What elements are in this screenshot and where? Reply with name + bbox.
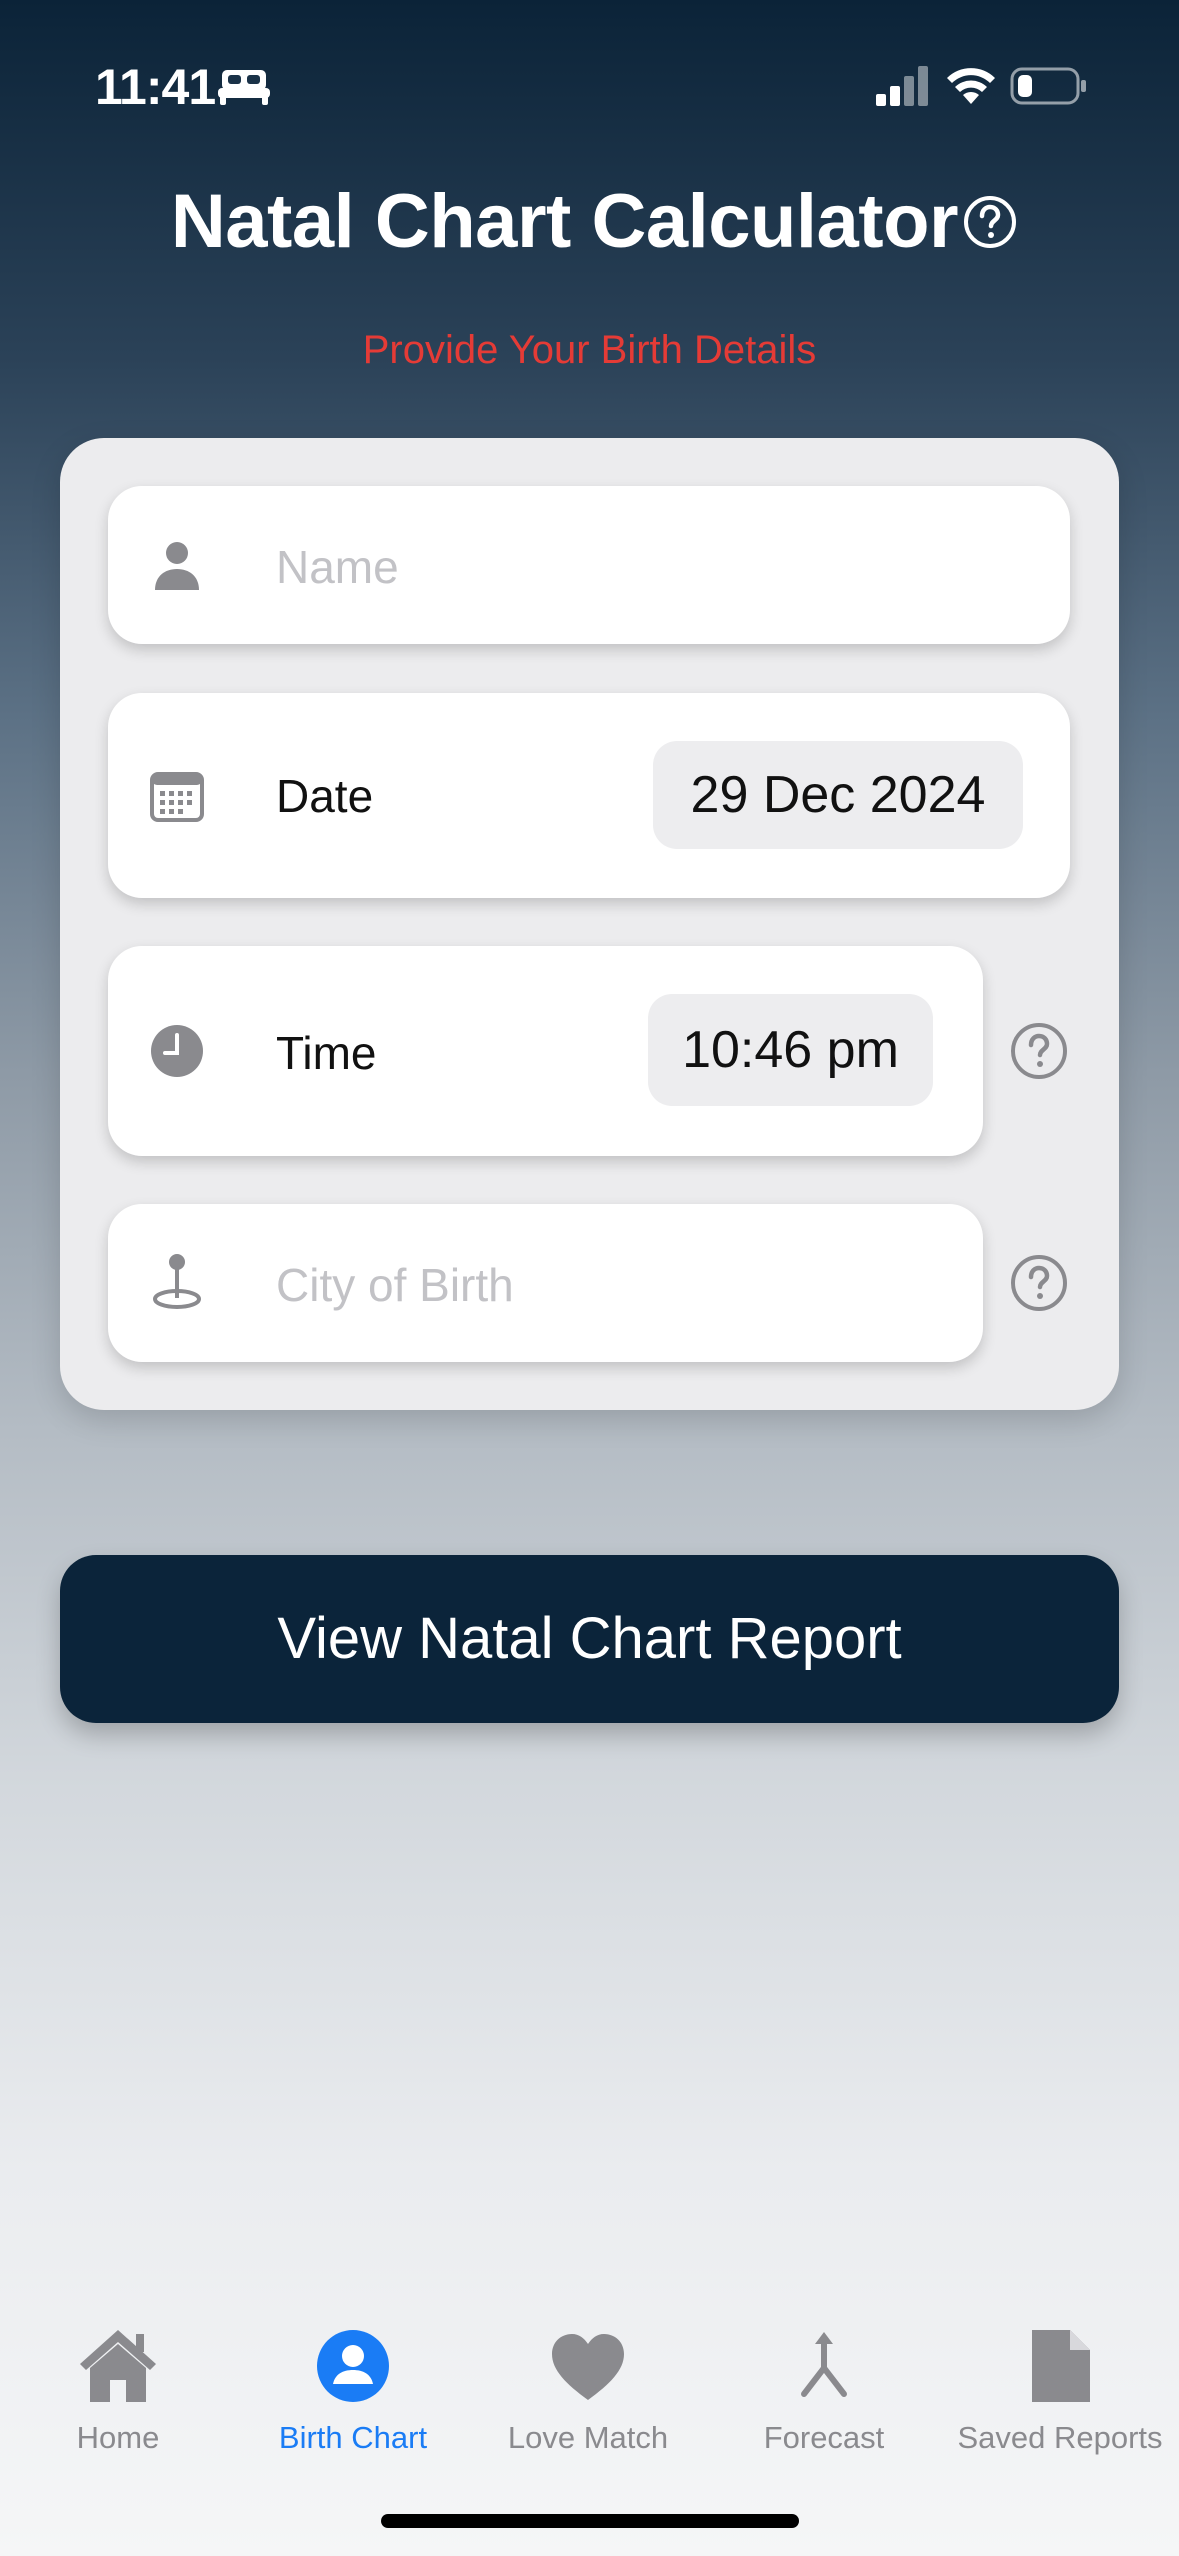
battery-icon xyxy=(1010,67,1086,105)
city-placeholder: City of Birth xyxy=(276,1259,514,1311)
person-icon xyxy=(155,542,199,590)
wifi-icon xyxy=(947,68,995,104)
tab-birth-chart[interactable]: Birth Chart xyxy=(235,2310,471,2470)
status-bar: 11:41 xyxy=(0,0,1179,175)
house-icon xyxy=(80,2330,156,2402)
date-field: Date 29 Dec 2024 xyxy=(108,693,1070,898)
home-indicator[interactable] xyxy=(381,2514,799,2528)
cellular-signal-icon xyxy=(876,66,928,106)
name-field[interactable]: Name xyxy=(108,486,1070,644)
tab-saved-reports-label: Saved Reports xyxy=(957,2420,1163,2455)
city-field[interactable]: City of Birth xyxy=(108,1204,983,1362)
birth-details-form: Name Date 29 Dec 2024 Time 10:46 pm City… xyxy=(60,438,1119,1410)
date-label: Date xyxy=(276,770,374,822)
tab-love-match-label: Love Match xyxy=(507,2420,669,2455)
tab-home-label: Home xyxy=(76,2420,160,2455)
time-field: Time 10:46 pm xyxy=(108,946,983,1156)
bed-icon xyxy=(218,70,270,105)
time-picker[interactable]: 10:46 pm xyxy=(648,994,933,1106)
date-picker[interactable]: 29 Dec 2024 xyxy=(653,741,1023,849)
tab-love-match[interactable]: Love Match xyxy=(470,2310,706,2470)
view-report-button[interactable]: View Natal Chart Report xyxy=(60,1555,1119,1723)
name-placeholder: Name xyxy=(276,541,399,593)
time-label: Time xyxy=(276,1027,377,1079)
city-help-icon[interactable] xyxy=(1010,1254,1068,1312)
calendar-icon xyxy=(150,772,204,822)
subtitle: Provide Your Birth Details xyxy=(362,328,817,372)
person-circle-icon xyxy=(317,2330,389,2402)
tab-forecast[interactable]: Forecast xyxy=(706,2310,942,2470)
tab-forecast-label: Forecast xyxy=(763,2420,885,2455)
status-time: 11:41 xyxy=(95,59,216,115)
time-help-icon[interactable] xyxy=(1010,1022,1068,1080)
document-icon xyxy=(1032,2330,1090,2402)
location-pin-icon xyxy=(153,1254,201,1309)
tab-birth-chart-label: Birth Chart xyxy=(278,2420,428,2455)
tab-home[interactable]: Home xyxy=(0,2310,236,2470)
tab-saved-reports[interactable]: Saved Reports xyxy=(942,2310,1178,2470)
heart-icon xyxy=(552,2334,624,2400)
merge-arrow-icon xyxy=(801,2332,847,2397)
clock-icon xyxy=(151,1025,203,1077)
tab-bar: Home Birth Chart Love Match Forecast Sav… xyxy=(0,2310,1179,2470)
question-circle-icon[interactable] xyxy=(963,195,1017,249)
